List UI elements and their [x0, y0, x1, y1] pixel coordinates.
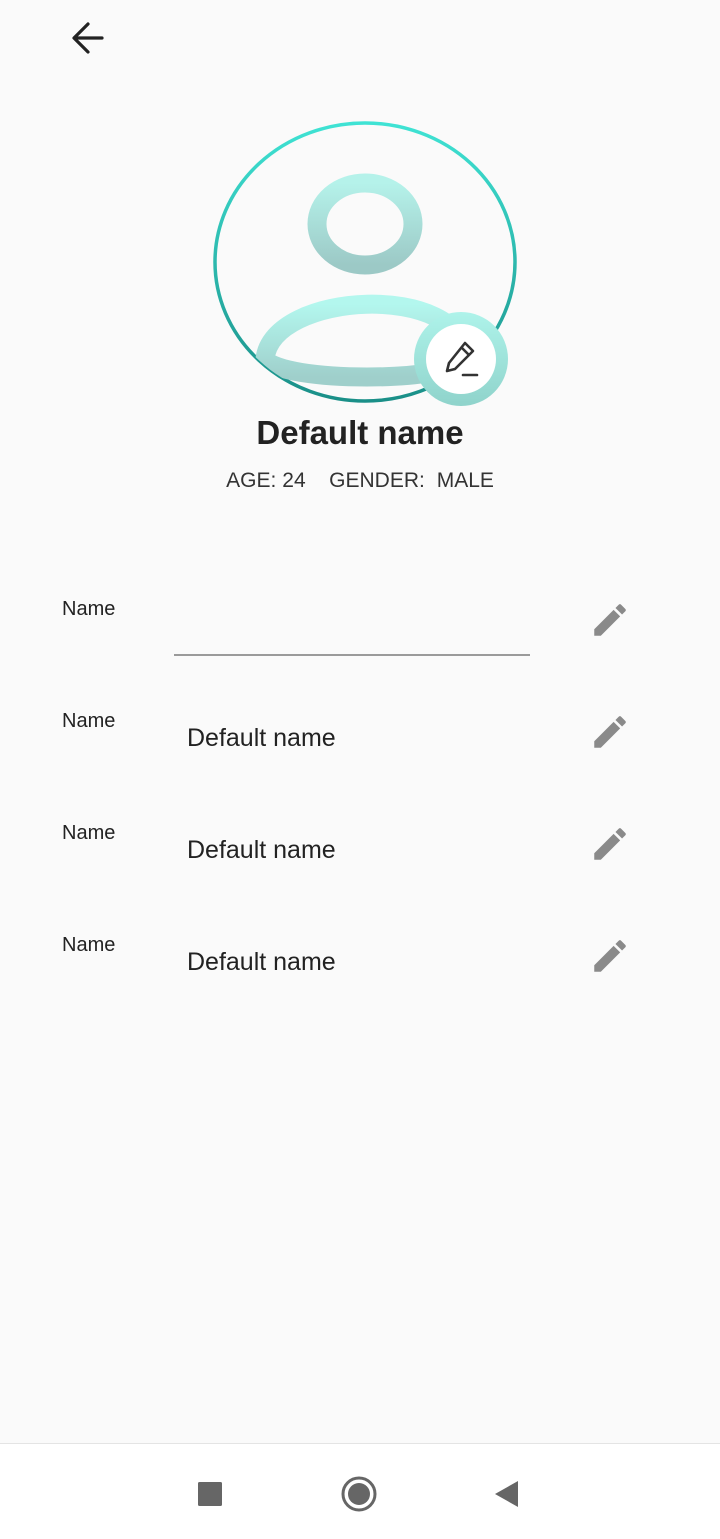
field-row-name: Name Default name	[0, 822, 720, 922]
home-button[interactable]	[331, 1466, 387, 1522]
field-value: Default name	[187, 724, 336, 752]
profile-meta: AGE: 24 GENDER: MALE	[0, 469, 720, 493]
age-value: 24	[282, 469, 306, 492]
recents-button[interactable]	[182, 1466, 238, 1522]
field-value: Default name	[187, 836, 336, 864]
profile-screen: Default name AGE: 24 GENDER: MALE Name Na…	[0, 0, 720, 1539]
pencil-icon	[594, 604, 626, 636]
system-nav-bar	[0, 1443, 720, 1539]
field-label: Name	[62, 710, 116, 732]
edit-field-button[interactable]	[586, 596, 634, 644]
edit-photo-circle	[426, 324, 496, 394]
field-label: Name	[62, 822, 116, 844]
field-row-name-editing: Name	[0, 598, 720, 698]
arrow-left-icon	[72, 22, 104, 54]
pencil-edit-icon	[445, 341, 479, 377]
system-back-button[interactable]	[478, 1466, 534, 1522]
name-input[interactable]	[174, 598, 530, 656]
pencil-icon	[594, 828, 626, 860]
edit-photo-button[interactable]	[414, 312, 508, 406]
field-row-name: Name Default name	[0, 710, 720, 810]
pencil-icon	[594, 940, 626, 972]
back-button[interactable]	[60, 14, 116, 62]
field-row-name: Name Default name	[0, 934, 720, 1034]
pencil-icon	[594, 716, 626, 748]
gender-label: GENDER:	[329, 469, 425, 492]
edit-field-button[interactable]	[586, 932, 634, 980]
triangle-back-icon	[495, 1481, 518, 1507]
age-label: AGE:	[226, 469, 277, 492]
edit-field-button[interactable]	[586, 708, 634, 756]
circle-home-icon	[341, 1476, 377, 1512]
gender-value: MALE	[436, 469, 494, 492]
field-value: Default name	[187, 948, 336, 976]
profile-name: Default name	[256, 414, 464, 451]
edit-field-button[interactable]	[586, 820, 634, 868]
field-label: Name	[62, 598, 116, 620]
square-recents-icon	[198, 1482, 222, 1506]
field-label: Name	[62, 934, 116, 956]
avatar	[212, 121, 518, 406]
